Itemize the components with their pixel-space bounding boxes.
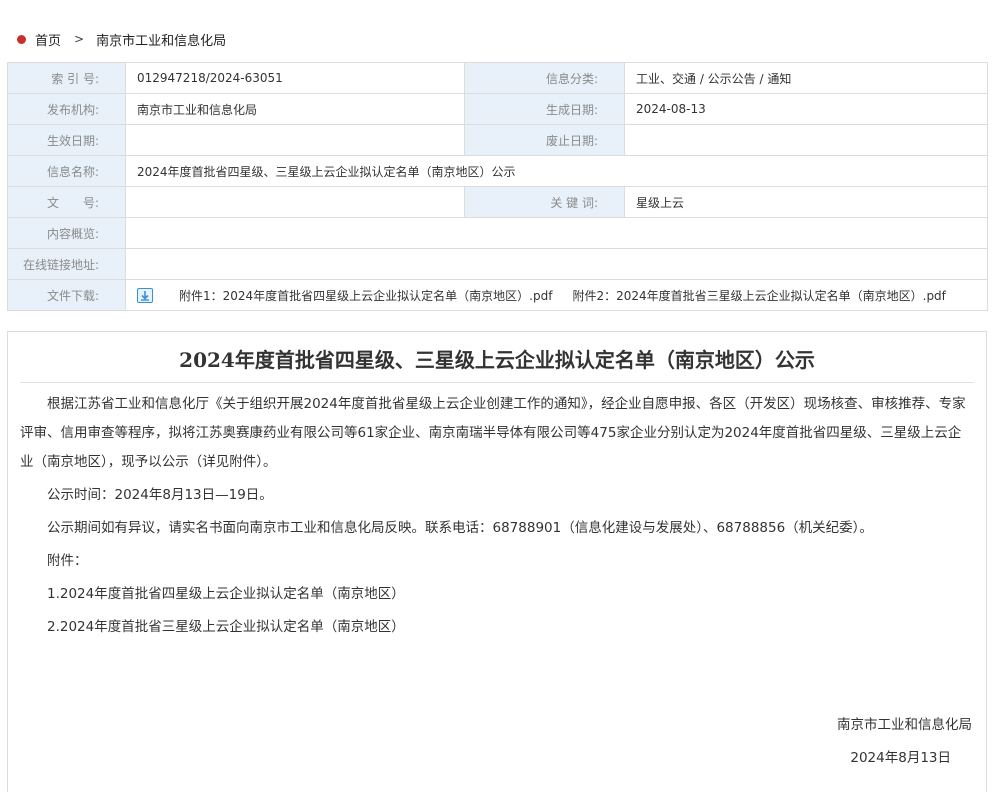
info-row-summary: 内容概览: — [7, 217, 988, 249]
expired-date-value — [624, 124, 988, 156]
article-title: 2024年度首批省四星级、三星级上云企业拟认定名单（南京地区）公示 — [179, 348, 815, 372]
online-link-value — [125, 248, 988, 280]
online-link-label: 在线链接地址: — [7, 248, 126, 280]
info-row-publisher: 发布机构: 南京市工业和信息化局 生成日期: 2024-08-13 — [7, 93, 988, 125]
keywords-label: 关 键 词: — [464, 186, 625, 218]
attachment-link-2[interactable]: 附件2：2024年度首批省三星级上云企业拟认定名单（南京地区）.pdf — [572, 287, 945, 304]
info-row-link: 在线链接地址: — [7, 248, 988, 280]
info-name-label: 信息名称: — [7, 155, 126, 187]
attachment-list-item: 1.2024年度首批省四星级上云企业拟认定名单（南京地区） — [47, 586, 405, 602]
keywords-value: 星级上云 — [624, 186, 988, 218]
generated-date-value: 2024-08-13 — [624, 93, 988, 125]
download-label: 文件下载: — [7, 279, 126, 311]
download-icon[interactable] — [137, 287, 153, 303]
effective-date-value — [125, 124, 465, 156]
attachment-list-item: 2.2024年度首批省三星级上云企业拟认定名单（南京地区） — [47, 619, 405, 635]
breadcrumb-current-link[interactable]: 南京市工业和信息化局 — [96, 30, 226, 49]
generated-date-label: 生成日期: — [464, 93, 625, 125]
info-row-name: 信息名称: 2024年度首批省四星级、三星级上云企业拟认定名单（南京地区）公示 — [7, 155, 988, 187]
publisher-label: 发布机构: — [7, 93, 126, 125]
expired-date-label: 废止日期: — [464, 124, 625, 156]
article-paragraph: 公示时间：2024年8月13日—19日。 — [47, 487, 273, 503]
home-icon — [17, 34, 26, 44]
info-row-docno: 文 号: 关 键 词: 星级上云 — [7, 186, 988, 218]
info-table: 索 引 号: 012947218/2024-63051 信息分类: 工业、交通 … — [7, 62, 988, 311]
article-paragraph: 根据江苏省工业和信息化厅《关于组织开展2024年度首批省星级上云企业创建工作的通… — [20, 396, 966, 470]
article-paragraph: 公示期间如有异议，请实名书面向南京市工业和信息化局反映。联系电话：6878890… — [47, 520, 873, 536]
breadcrumb-home-link[interactable]: 首页 — [35, 30, 61, 49]
category-value: 工业、交通 / 公示公告 / 通知 — [624, 62, 988, 94]
breadcrumb: 首页 > 南京市工业和信息化局 — [17, 30, 226, 49]
article-body: 根据江苏省工业和信息化厅《关于组织开展2024年度首批省星级上云企业创建工作的通… — [20, 390, 970, 642]
attachment-link-1[interactable]: 附件1：2024年度首批省四星级上云企业拟认定名单（南京地区）.pdf — [179, 287, 552, 304]
info-name-value: 2024年度首批省四星级、三星级上云企业拟认定名单（南京地区）公示 — [125, 155, 988, 187]
summary-label: 内容概览: — [7, 217, 126, 249]
download-cell: 附件1：2024年度首批省四星级上云企业拟认定名单（南京地区）.pdf 附件2：… — [125, 279, 988, 311]
publisher-value: 南京市工业和信息化局 — [125, 93, 465, 125]
article-box: 2024年度首批省四星级、三星级上云企业拟认定名单（南京地区）公示 根据江苏省工… — [7, 331, 987, 792]
signature-date: 2024年8月13日 — [850, 750, 951, 766]
article-paragraph: 附件： — [47, 553, 88, 569]
category-label: 信息分类: — [464, 62, 625, 94]
index-no-value: 012947218/2024-63051 — [125, 62, 465, 94]
index-no-label: 索 引 号: — [7, 62, 126, 94]
doc-no-label: 文 号: — [7, 186, 126, 218]
effective-date-label: 生效日期: — [7, 124, 126, 156]
summary-value — [125, 217, 988, 249]
breadcrumb-separator: > — [74, 32, 85, 46]
info-row-effective: 生效日期: 废止日期: — [7, 124, 988, 156]
info-row-download: 文件下载: 附件1：2024年度首批省四星级上云企业拟认定名单（南京地区）.pd… — [7, 279, 988, 311]
signature-org: 南京市工业和信息化局 — [837, 717, 972, 733]
doc-no-value — [125, 186, 465, 218]
title-divider — [20, 382, 974, 383]
info-row-index: 索 引 号: 012947218/2024-63051 信息分类: 工业、交通 … — [7, 62, 988, 94]
